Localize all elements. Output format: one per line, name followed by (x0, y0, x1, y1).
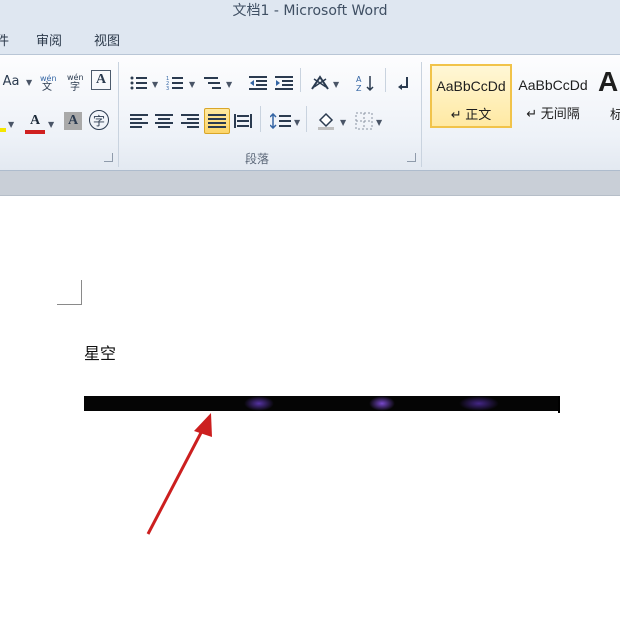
annotation-arrow-icon (146, 413, 212, 535)
